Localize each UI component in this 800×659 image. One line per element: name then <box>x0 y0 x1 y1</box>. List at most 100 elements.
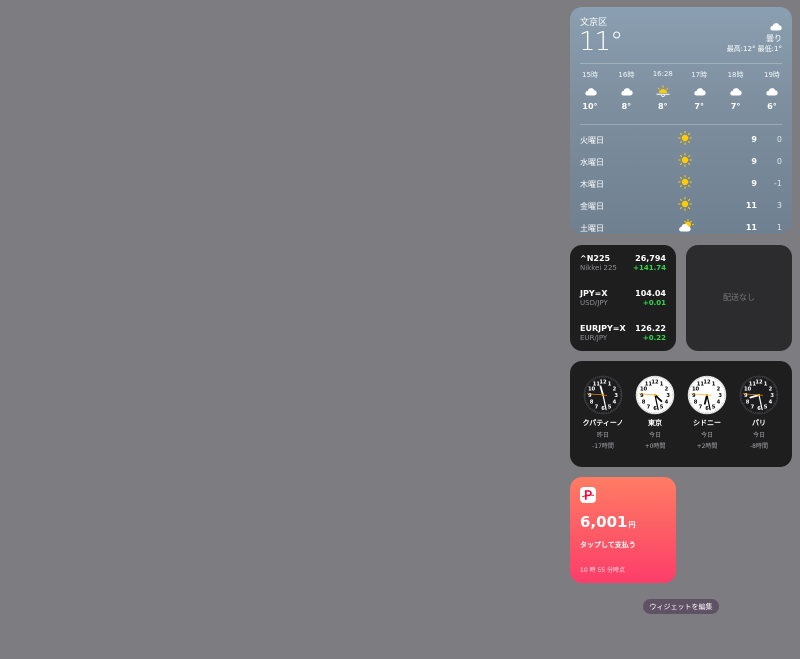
hour-temp: 10° <box>582 102 598 111</box>
balance-amount: 6,001円 <box>580 513 635 531</box>
svg-text:6: 6 <box>653 406 657 412</box>
stock-price: 126.22 <box>635 324 666 333</box>
svg-text:4: 4 <box>769 400 773 406</box>
clock-offset: -8時間 <box>750 443 768 450</box>
stock-symbol: EURJPY=X <box>580 324 626 333</box>
hourly-item: 15時 10° <box>575 70 605 111</box>
sunset-icon <box>648 83 678 99</box>
clock-city: 東京 <box>648 419 662 427</box>
hour-label: 15時 <box>582 71 598 79</box>
hour-label: 16:28 <box>652 70 673 78</box>
paypay-logo-icon <box>580 487 596 503</box>
hour-label: 19時 <box>763 71 780 79</box>
updated-time: 10 時 55 分時点 <box>580 567 625 574</box>
day-low: 1 <box>776 223 782 232</box>
svg-text:4: 4 <box>613 400 617 406</box>
stock-row[interactable]: EURJPY=X EUR/JPY 126.22 +0.22 <box>580 324 666 351</box>
cloud-icon <box>684 83 714 99</box>
day-name: 土曜日 <box>580 224 604 233</box>
weather-widget[interactable]: 文京区 11° 曇り 最高:12° 最低:1° 15時 10° 16時 8° 1… <box>570 7 792 234</box>
divider <box>580 124 782 125</box>
svg-text:6: 6 <box>705 406 709 412</box>
paypay-widget[interactable]: 6,001円 タップして支払う 10 時 55 分時点 <box>570 477 676 583</box>
svg-text:1: 1 <box>660 381 664 387</box>
stock-name: USD/JPY <box>580 299 608 307</box>
partly-cloudy-icon <box>678 219 694 234</box>
stock-row[interactable]: JPY=X USD/JPY 104.04 +0.01 <box>580 289 666 319</box>
svg-text:7: 7 <box>699 404 703 410</box>
stock-name: Nikkei 225 <box>580 264 617 272</box>
daily-row: 火曜日 9 0 <box>580 128 782 150</box>
clock-city: クパティーノ <box>582 419 624 427</box>
balance-unit: 円 <box>628 521 636 529</box>
clock-item: 1 2 3 4 5 6 7 8 9 10 11 12 クパティーノ 昨日 -17時間 <box>578 375 628 450</box>
hour-label: 18時 <box>727 71 744 79</box>
sun-icon <box>678 197 692 213</box>
hourly-item: 16時 8° <box>611 70 641 111</box>
clock-day: 今日 <box>648 432 661 439</box>
svg-text:12: 12 <box>651 380 659 386</box>
weather-high-low: 最高:12° 最低:1° <box>726 45 782 53</box>
sun-icon <box>678 131 692 147</box>
clock-face-icon: 1234567891011 12 <box>687 375 727 415</box>
svg-text:5: 5 <box>712 404 716 410</box>
hourly-item: 18時 7° <box>721 70 751 111</box>
weather-condition: 曇り <box>766 34 782 43</box>
hourly-forecast: 15時 10° 16時 8° 16:28 8° 17時 7° 18時 7° 19… <box>575 70 787 111</box>
svg-text:3: 3 <box>718 393 722 399</box>
clock-face-icon: 1234567891011 12 <box>583 375 623 415</box>
hour-temp: 7° <box>730 102 741 111</box>
stock-price: 104.04 <box>635 289 666 298</box>
clock-face-icon: 1234567891011 12 <box>739 375 779 415</box>
svg-text:7: 7 <box>647 404 651 410</box>
svg-text:8: 8 <box>590 400 594 406</box>
stock-symbol: JPY=X <box>580 289 608 298</box>
day-low: 0 <box>776 135 782 144</box>
svg-text:3: 3 <box>666 393 670 399</box>
stocks-widget[interactable]: ^N225 Nikkei 225 26,794 +141.74 JPY=X US… <box>570 245 676 351</box>
daily-row: 木曜日 9 -1 <box>580 172 782 194</box>
clock-offset: +2時間 <box>696 443 718 450</box>
svg-text:2: 2 <box>717 386 721 392</box>
hour-temp: 8° <box>657 102 668 111</box>
svg-text:2: 2 <box>665 386 669 392</box>
day-low: 3 <box>776 201 782 210</box>
svg-text:8: 8 <box>746 400 750 406</box>
clock-city: パリ <box>752 419 766 427</box>
svg-text:12: 12 <box>599 380 607 386</box>
clock-offset: -17時間 <box>592 443 614 450</box>
hourly-item: 16:28 8° <box>648 70 678 111</box>
deliveries-widget[interactable]: 配送なし <box>686 245 792 351</box>
stock-symbol: ^N225 <box>580 254 611 263</box>
stock-row[interactable]: ^N225 Nikkei 225 26,794 +141.74 <box>580 254 666 284</box>
svg-text:7: 7 <box>595 404 599 410</box>
world-clock-widget[interactable]: 1 2 3 4 5 6 7 8 9 10 11 12 クパティーノ 昨日 -17時間 12345678… <box>570 361 792 467</box>
day-high: 9 <box>751 179 757 188</box>
hour-label: 17時 <box>691 71 708 79</box>
hour-label: 16時 <box>618 71 635 79</box>
svg-text:6: 6 <box>601 406 605 412</box>
edit-widgets-button[interactable]: ウィジェットを編集 <box>643 599 719 614</box>
svg-text:7: 7 <box>751 404 755 410</box>
stock-change: +0.01 <box>642 299 666 307</box>
svg-text:5: 5 <box>608 404 612 410</box>
svg-text:12: 12 <box>703 380 711 386</box>
cloud-icon <box>611 83 641 99</box>
daily-forecast: 火曜日 9 0 水曜日 9 0 木曜日 9 -1 金曜日 11 3 土曜日 11 <box>580 128 782 234</box>
stock-price: 26,794 <box>635 254 666 263</box>
svg-text:3: 3 <box>614 393 618 399</box>
cloud-icon <box>575 83 605 99</box>
clock-offset: +0時間 <box>644 443 666 450</box>
sun-icon <box>678 153 692 169</box>
daily-row: 土曜日 11 1 <box>580 216 782 234</box>
daily-row: 水曜日 9 0 <box>580 150 782 172</box>
stock-change: +0.22 <box>642 334 666 342</box>
hour-temp: 8° <box>621 102 632 111</box>
svg-text:12: 12 <box>755 380 763 386</box>
day-name: 金曜日 <box>580 202 604 211</box>
hour-temp: 7° <box>694 102 704 111</box>
day-name: 木曜日 <box>580 180 604 189</box>
svg-text:1: 1 <box>712 381 716 387</box>
day-high: 11 <box>745 201 757 210</box>
tap-to-pay-label: タップして支払う <box>580 541 636 549</box>
